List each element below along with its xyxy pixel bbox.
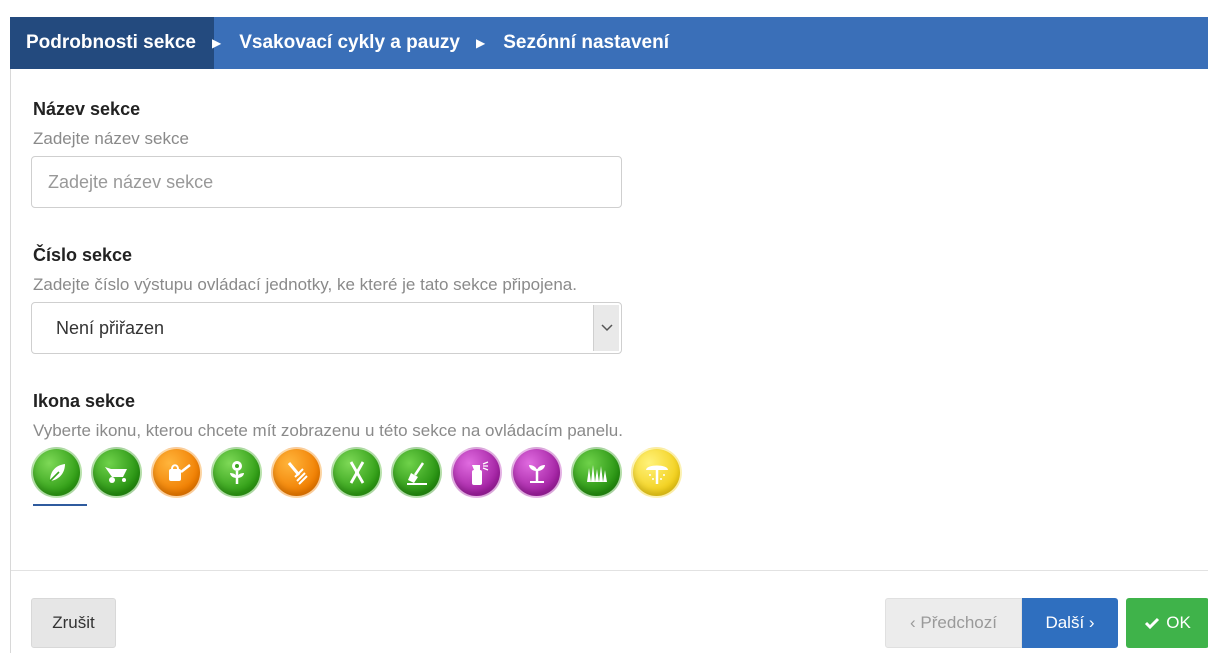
section-number-label: Číslo sekce (33, 245, 133, 265)
section-icon-help: Vyberte ikonu, kterou chcete mít zobraze… (33, 421, 623, 440)
checkmark-icon (1145, 617, 1160, 630)
step-arrow-icon: ▶ (476, 36, 486, 50)
watering-can-icon[interactable] (151, 447, 202, 498)
section-icon-label: Ikona sekce (33, 391, 136, 411)
section-name-help: Zadejte název sekce (33, 129, 189, 148)
step-arrow-icon: ▶ (212, 36, 222, 50)
next-button[interactable]: Další › (1022, 598, 1118, 648)
shovel-icon[interactable] (391, 447, 442, 498)
wizard-step-label: Vsakovací cykly a pauzy (239, 32, 460, 53)
shears-icon[interactable] (331, 447, 382, 498)
wizard-step-label: Podrobnosti sekce (26, 32, 196, 53)
spray-bottle-icon[interactable] (451, 447, 502, 498)
wizard-step-label: Sezónní nastavení (503, 32, 670, 53)
sprout-icon[interactable] (511, 447, 562, 498)
leaf-icon[interactable] (31, 447, 87, 506)
dialog-body: Název sekce Zadejte název sekce Číslo se… (10, 69, 1208, 653)
previous-button[interactable]: ‹ Předchozí (885, 598, 1022, 648)
grass-icon[interactable] (571, 447, 622, 498)
section-number-help: Zadejte číslo výstupu ovládací jednotky,… (33, 275, 577, 294)
section-number-value: Není přiřazen (56, 318, 165, 338)
wizard-step-details[interactable]: Podrobnosti sekce (10, 17, 214, 69)
rake-icon[interactable] (271, 447, 322, 498)
section-number-select[interactable]: Není přiřazen (31, 302, 622, 354)
wizard-step-seasonal[interactable]: Sezónní nastavení (487, 17, 687, 69)
ok-button-label: OK (1166, 613, 1191, 632)
section-name-label: Název sekce (33, 99, 141, 119)
footer-divider (11, 570, 1208, 571)
ok-button[interactable]: OK (1126, 598, 1208, 648)
section-name-input[interactable] (31, 156, 622, 208)
icon-picker (31, 447, 682, 507)
flower-icon[interactable] (211, 447, 262, 498)
chevron-down-icon[interactable] (593, 305, 619, 351)
cancel-button[interactable]: Zrušit (31, 598, 116, 648)
wizard-step-cycles[interactable]: Vsakovací cykly a pauzy (223, 17, 478, 69)
sprinkler-icon[interactable] (631, 447, 682, 498)
wizard-steps: Podrobnosti sekce ▶ Vsakovací cykly a pa… (10, 17, 1208, 69)
wheelbarrow-icon[interactable] (91, 447, 142, 498)
